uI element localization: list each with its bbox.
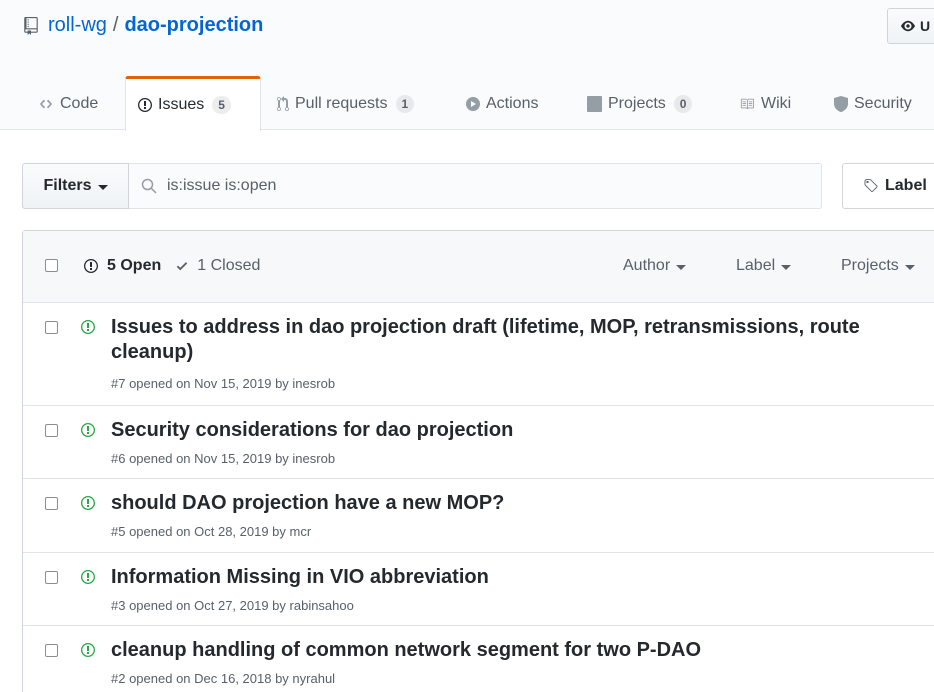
- issue-row: Information Missing in VIO abbreviation …: [23, 553, 934, 626]
- tab-wiki[interactable]: Wiki: [727, 76, 803, 131]
- issue-meta: #5 opened on Oct 28, 2019 by mcr: [111, 524, 312, 539]
- tab-projects-label: Projects: [608, 94, 666, 112]
- git-pull-request-icon: [277, 95, 289, 112]
- projects-counter: 0: [673, 94, 693, 113]
- filters-label: Filters: [43, 177, 92, 194]
- book-icon: [739, 97, 755, 111]
- issue-meta: #2 opened on Dec 16, 2018 by nyrahul: [111, 671, 336, 686]
- tag-icon: [864, 179, 878, 193]
- issue-title-link[interactable]: Security considerations for dao projecti…: [111, 418, 934, 443]
- issue-checkbox[interactable]: [45, 497, 58, 510]
- repo-separator: /: [112, 14, 119, 36]
- issue-row: should DAO projection have a new MOP? #5…: [23, 479, 934, 553]
- repo-title: roll-wg / dao-projection: [24, 14, 263, 37]
- repo-name-link[interactable]: dao-projection: [124, 14, 263, 37]
- eye-icon: [901, 20, 915, 32]
- search-icon: [141, 178, 157, 194]
- author-filter[interactable]: Author: [623, 257, 687, 275]
- issue-row: Issues to address in dao projection draf…: [23, 303, 934, 406]
- open-issues-label: 5 Open: [107, 257, 162, 274]
- issue-title-link[interactable]: cleanup handling of common network segme…: [111, 638, 934, 663]
- author-filter-label: Author: [623, 257, 671, 274]
- closed-issues-label: 1 Closed: [197, 257, 261, 274]
- issues-counter: 5: [212, 96, 231, 114]
- label-filter-label: Label: [736, 257, 776, 274]
- project-icon: [587, 95, 602, 112]
- issue-opened-icon: [81, 642, 95, 663]
- tab-pull-requests-label: Pull requests: [295, 94, 388, 112]
- tab-actions-label: Actions: [486, 94, 539, 112]
- open-issues-link[interactable]: 5 Open: [83, 257, 161, 275]
- issue-opened-icon: [81, 495, 95, 516]
- filter-bar: Filters: [22, 163, 822, 209]
- chevron-down-icon: [781, 264, 792, 270]
- issue-opened-icon: [81, 422, 95, 443]
- projects-filter[interactable]: Projects: [841, 257, 915, 275]
- tab-actions[interactable]: Actions: [454, 76, 550, 131]
- issue-opened-icon: [138, 97, 152, 113]
- tab-projects[interactable]: Projects 0: [575, 76, 704, 131]
- chevron-down-icon: [97, 184, 108, 190]
- issues-list: 5 Open 1 Closed Author Label Projects Is…: [22, 230, 934, 692]
- issue-row: cleanup handling of common network segme…: [23, 626, 934, 692]
- shield-icon: [834, 95, 848, 112]
- tab-code-label: Code: [60, 94, 99, 112]
- issue-row: Security considerations for dao projecti…: [23, 406, 934, 479]
- issue-title-link[interactable]: Information Missing in VIO abbreviation: [111, 565, 934, 590]
- closed-issues-link[interactable]: 1 Closed: [175, 257, 260, 275]
- tab-wiki-label: Wiki: [761, 94, 792, 112]
- tab-pull-requests[interactable]: Pull requests 1: [265, 76, 426, 131]
- issue-opened-icon: [81, 569, 95, 590]
- tab-security[interactable]: Security: [822, 76, 924, 131]
- issue-checkbox[interactable]: [45, 321, 58, 334]
- issue-title-link[interactable]: Issues to address in dao projection draf…: [111, 315, 934, 365]
- issues-list-header: 5 Open 1 Closed Author Label Projects: [23, 231, 934, 303]
- watch-button[interactable]: U: [887, 8, 934, 44]
- play-icon: [466, 96, 480, 111]
- code-icon: [38, 97, 54, 111]
- watch-label: U: [920, 18, 931, 34]
- repo-owner-link[interactable]: roll-wg: [48, 14, 107, 37]
- check-icon: [176, 262, 188, 271]
- repo-header: roll-wg / dao-projection U Code Issues 5: [0, 0, 934, 131]
- issue-opened-icon: [81, 319, 95, 340]
- label-filter[interactable]: Label: [736, 257, 792, 275]
- repo-nav-tabs: Code Issues 5 Pull requests 1 Actions Pr…: [0, 76, 934, 131]
- issue-title-link[interactable]: should DAO projection have a new MOP?: [111, 491, 934, 516]
- issue-opened-icon: [84, 259, 98, 273]
- labels-button-label: Label: [885, 177, 927, 194]
- issue-checkbox[interactable]: [45, 644, 58, 657]
- issue-title-line: cleanup): [111, 341, 194, 363]
- issue-meta: #7 opened on Nov 15, 2019 by inesrob: [111, 376, 336, 391]
- search-box[interactable]: [129, 163, 822, 209]
- chevron-down-icon: [904, 264, 915, 270]
- issue-meta: #3 opened on Oct 27, 2019 by rabinsahoo: [111, 598, 354, 613]
- tab-issues[interactable]: Issues 5: [125, 76, 261, 131]
- github-issues-page: roll-wg / dao-projection U Code Issues 5: [0, 0, 934, 692]
- issue-checkbox[interactable]: [45, 424, 58, 437]
- labels-button[interactable]: Label: [842, 163, 934, 209]
- issue-title-line: Issues to address in dao projection draf…: [111, 316, 860, 338]
- issue-meta: #6 opened on Nov 15, 2019 by inesrob: [111, 451, 336, 466]
- tab-security-label: Security: [854, 94, 912, 112]
- tab-issues-label: Issues: [158, 96, 205, 113]
- tab-code[interactable]: Code: [26, 76, 110, 131]
- select-all-checkbox[interactable]: [45, 259, 58, 272]
- pull-requests-counter: 1: [395, 94, 415, 113]
- chevron-down-icon: [676, 264, 687, 270]
- projects-filter-label: Projects: [841, 257, 899, 274]
- issue-checkbox[interactable]: [45, 571, 58, 584]
- search-input[interactable]: [167, 177, 767, 195]
- repo-icon: [24, 16, 40, 35]
- issue-state-toggle: 5 Open 1 Closed: [83, 257, 260, 275]
- filters-button[interactable]: Filters: [22, 163, 129, 209]
